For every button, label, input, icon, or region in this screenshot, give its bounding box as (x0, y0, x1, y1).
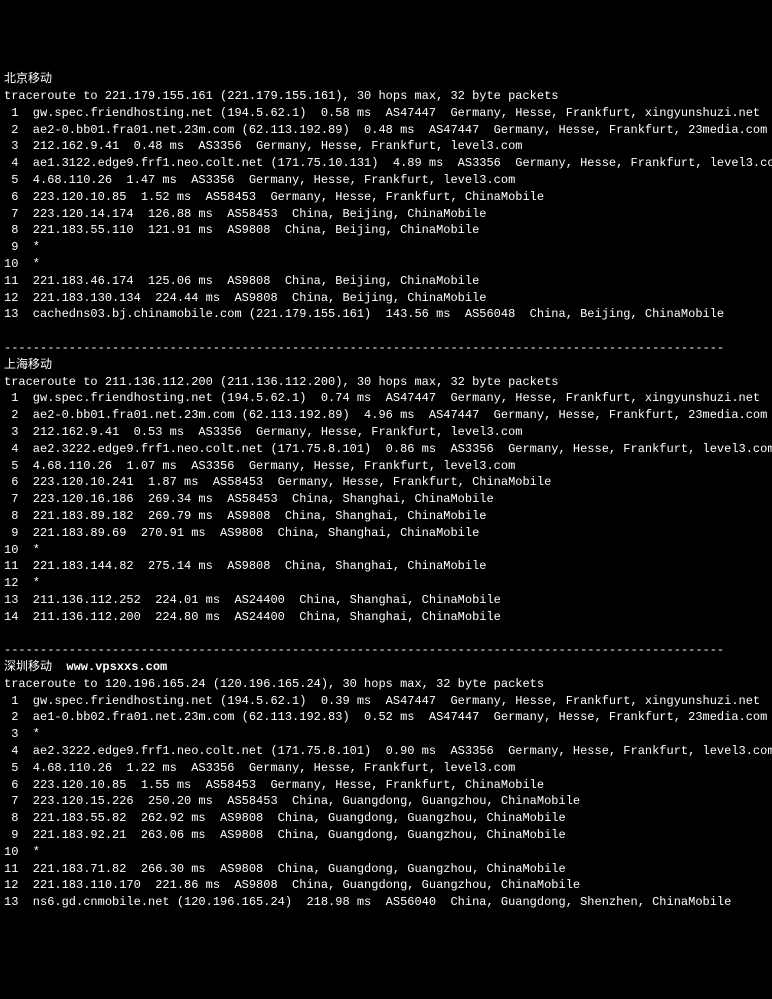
traceroute-hop: 10 * (4, 542, 768, 559)
divider: ----------------------------------------… (4, 340, 768, 357)
traceroute-hop: 2 ae2-0.bb01.fra01.net.23m.com (62.113.1… (4, 407, 768, 424)
traceroute-hop: 3 212.162.9.41 0.48 ms AS3356 Germany, H… (4, 138, 768, 155)
traceroute-hop: 7 223.120.16.186 269.34 ms AS58453 China… (4, 491, 768, 508)
traceroute-hop: 9 * (4, 239, 768, 256)
traceroute-hop: 8 221.183.55.82 262.92 ms AS9808 China, … (4, 810, 768, 827)
traceroute-hop: 1 gw.spec.friendhosting.net (194.5.62.1)… (4, 105, 768, 122)
traceroute-hop: 3 * (4, 726, 768, 743)
section-title: 北京移动 (4, 71, 768, 88)
traceroute-hop: 11 221.183.46.174 125.06 ms AS9808 China… (4, 273, 768, 290)
traceroute-hop: 7 223.120.15.226 250.20 ms AS58453 China… (4, 793, 768, 810)
traceroute-hop: 4 ae1.3122.edge9.frf1.neo.colt.net (171.… (4, 155, 768, 172)
traceroute-hop: 6 223.120.10.85 1.55 ms AS58453 Germany,… (4, 777, 768, 794)
traceroute-hop: 5 4.68.110.26 1.07 ms AS3356 Germany, He… (4, 458, 768, 475)
traceroute-hop: 11 221.183.71.82 266.30 ms AS9808 China,… (4, 861, 768, 878)
blank-line (4, 625, 768, 642)
traceroute-hop: 6 223.120.10.241 1.87 ms AS58453 Germany… (4, 474, 768, 491)
traceroute-hop: 12 * (4, 575, 768, 592)
traceroute-hop: 2 ae1-0.bb02.fra01.net.23m.com (62.113.1… (4, 709, 768, 726)
traceroute-hop: 5 4.68.110.26 1.22 ms AS3356 Germany, He… (4, 760, 768, 777)
traceroute-hop: 1 gw.spec.friendhosting.net (194.5.62.1)… (4, 693, 768, 710)
traceroute-hop: 3 212.162.9.41 0.53 ms AS3356 Germany, H… (4, 424, 768, 441)
traceroute-hop: 6 223.120.10.85 1.52 ms AS58453 Germany,… (4, 189, 768, 206)
traceroute-hop: 8 221.183.89.182 269.79 ms AS9808 China,… (4, 508, 768, 525)
traceroute-hop: 10 * (4, 256, 768, 273)
traceroute-header: traceroute to 221.179.155.161 (221.179.1… (4, 88, 768, 105)
traceroute-hop: 13 ns6.gd.cnmobile.net (120.196.165.24) … (4, 894, 768, 911)
traceroute-hop: 13 cachedns03.bj.chinamobile.com (221.17… (4, 306, 768, 323)
traceroute-hop: 13 211.136.112.252 224.01 ms AS24400 Chi… (4, 592, 768, 609)
divider: ----------------------------------------… (4, 642, 768, 659)
section-title: 深圳移动 www.vpsxxs.com (4, 659, 768, 676)
traceroute-hop: 12 221.183.110.170 221.86 ms AS9808 Chin… (4, 877, 768, 894)
traceroute-hop: 12 221.183.130.134 224.44 ms AS9808 Chin… (4, 290, 768, 307)
traceroute-header: traceroute to 211.136.112.200 (211.136.1… (4, 374, 768, 391)
traceroute-hop: 5 4.68.110.26 1.47 ms AS3356 Germany, He… (4, 172, 768, 189)
traceroute-hop: 2 ae2-0.bb01.fra01.net.23m.com (62.113.1… (4, 122, 768, 139)
traceroute-hop: 14 211.136.112.200 224.80 ms AS24400 Chi… (4, 609, 768, 626)
traceroute-header: traceroute to 120.196.165.24 (120.196.16… (4, 676, 768, 693)
traceroute-hop: 9 221.183.92.21 263.06 ms AS9808 China, … (4, 827, 768, 844)
terminal-output: 北京移动traceroute to 221.179.155.161 (221.1… (4, 71, 768, 911)
traceroute-hop: 7 223.120.14.174 126.88 ms AS58453 China… (4, 206, 768, 223)
traceroute-hop: 10 * (4, 844, 768, 861)
section-title: 上海移动 (4, 357, 768, 374)
traceroute-hop: 4 ae2.3222.edge9.frf1.neo.colt.net (171.… (4, 441, 768, 458)
traceroute-hop: 11 221.183.144.82 275.14 ms AS9808 China… (4, 558, 768, 575)
traceroute-hop: 9 221.183.89.69 270.91 ms AS9808 China, … (4, 525, 768, 542)
url-text: www.vpsxxs.com (66, 660, 167, 674)
traceroute-hop: 4 ae2.3222.edge9.frf1.neo.colt.net (171.… (4, 743, 768, 760)
traceroute-hop: 1 gw.spec.friendhosting.net (194.5.62.1)… (4, 390, 768, 407)
traceroute-hop: 8 221.183.55.110 121.91 ms AS9808 China,… (4, 222, 768, 239)
blank-line (4, 323, 768, 340)
